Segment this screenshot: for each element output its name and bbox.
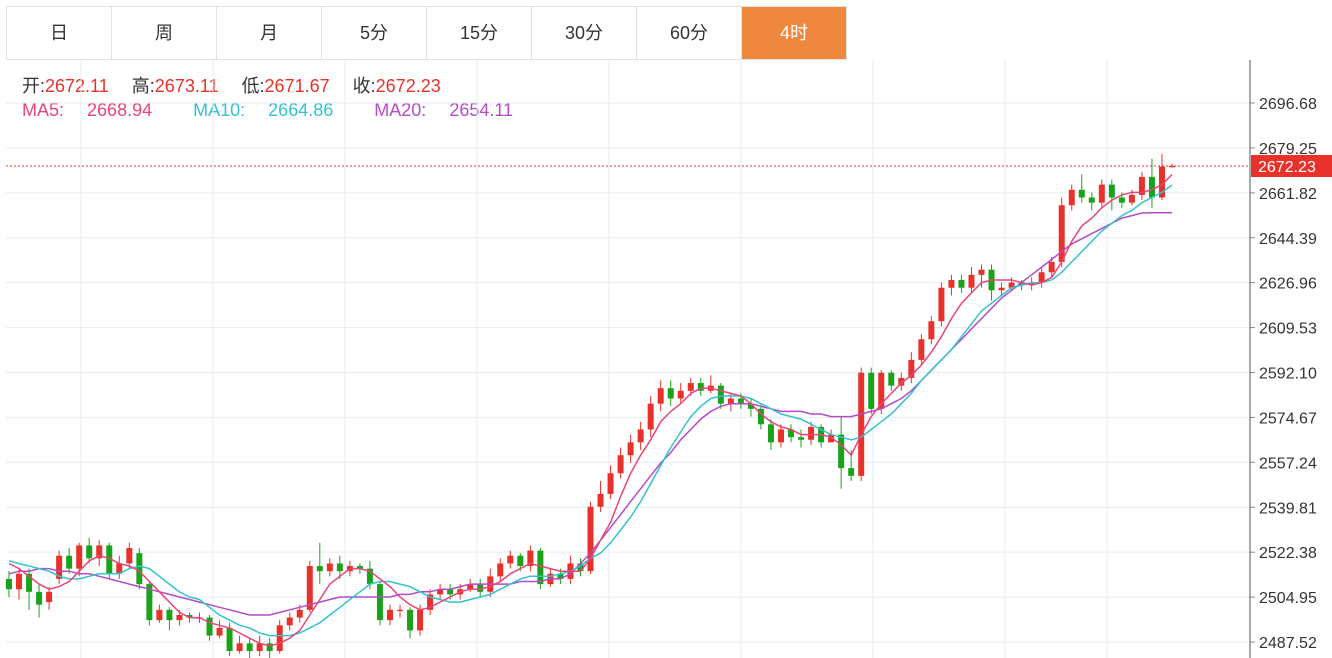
candle-body-32 <box>326 563 333 572</box>
candle-body-95 <box>958 279 965 288</box>
y-tick-label-2: 2661.82 <box>1259 186 1317 203</box>
candle-body-91 <box>918 339 925 360</box>
y-tick-label-11: 2504.95 <box>1259 590 1317 607</box>
ma5-line <box>8 173 1173 647</box>
candle-body-37 <box>376 584 383 621</box>
candle-body-33 <box>336 563 343 572</box>
candle-body-76 <box>767 424 774 443</box>
candle-body-24 <box>246 643 253 652</box>
candle-body-110 <box>1108 184 1115 198</box>
candle-body-30 <box>306 566 313 610</box>
candle-body-44 <box>447 589 454 595</box>
y-tick-label-9: 2539.81 <box>1259 500 1317 517</box>
y-tick-label-12: 2487.52 <box>1259 635 1317 652</box>
candle-body-13 <box>136 553 143 585</box>
candle-body-62 <box>627 442 634 456</box>
y-tick-label-6: 2592.10 <box>1259 366 1317 383</box>
candle-body-77 <box>777 429 784 443</box>
candle-body-86 <box>868 372 875 409</box>
candle-body-39 <box>397 609 404 612</box>
candle-body-15 <box>156 609 163 621</box>
y-tick-label-10: 2522.38 <box>1259 545 1317 562</box>
candle-body-41 <box>417 609 424 631</box>
candle-body-26 <box>266 643 273 652</box>
candle-body-28 <box>286 617 293 626</box>
candle-body-16 <box>166 609 173 621</box>
y-tick-label-7: 2574.67 <box>1259 410 1317 427</box>
candle-body-66 <box>667 388 674 399</box>
candle-body-1 <box>16 573 23 590</box>
candle-body-93 <box>938 287 945 322</box>
candle-body-3 <box>36 591 43 605</box>
candle-body-51 <box>517 555 524 567</box>
candle-body-50 <box>507 555 514 564</box>
candle-body-53 <box>537 550 544 585</box>
candle-body-38 <box>386 609 393 621</box>
candle-body-109 <box>1098 184 1105 203</box>
candle-body-68 <box>687 383 694 391</box>
candle-body-64 <box>647 403 654 430</box>
candle-body-97 <box>978 269 985 275</box>
candle-body-84 <box>848 468 855 476</box>
candlestick-chart[interactable]: 2696.682679.252661.822644.392626.962609.… <box>0 0 1332 658</box>
candle-body-106 <box>1068 189 1075 206</box>
candle-body-0 <box>6 578 12 590</box>
candle-body-111 <box>1118 197 1125 203</box>
candle-body-67 <box>677 390 684 399</box>
candle-body-4 <box>46 591 53 603</box>
candle-body-23 <box>236 643 243 652</box>
candle-body-22 <box>226 627 233 652</box>
candle-body-65 <box>657 388 664 404</box>
candle-body-92 <box>928 321 935 340</box>
candle-body-107 <box>1078 189 1085 198</box>
candle-body-96 <box>968 274 975 288</box>
candle-body-29 <box>296 609 303 618</box>
y-tick-label-3: 2644.39 <box>1259 231 1317 248</box>
candle-body-99 <box>998 287 1005 291</box>
y-tick-label-8: 2557.24 <box>1259 455 1317 472</box>
candle-body-73 <box>737 398 744 404</box>
candle-body-49 <box>497 563 504 577</box>
candle-body-114 <box>1148 176 1155 198</box>
candle-body-88 <box>888 372 895 386</box>
y-tick-label-5: 2609.53 <box>1259 321 1317 338</box>
candle-body-79 <box>798 437 805 440</box>
candle-body-17 <box>176 614 183 621</box>
y-tick-label-0: 2696.68 <box>1259 96 1317 113</box>
candle-body-71 <box>717 385 724 404</box>
candle-body-60 <box>607 473 614 494</box>
candle-body-63 <box>637 429 644 443</box>
candle-body-112 <box>1128 194 1135 203</box>
candle-body-94 <box>948 279 955 288</box>
candle-body-83 <box>838 434 845 469</box>
candle-body-80 <box>808 426 815 440</box>
candle-body-85 <box>858 372 865 476</box>
candle-body-21 <box>216 627 223 636</box>
y-tick-label-4: 2626.96 <box>1259 276 1317 293</box>
candle-body-59 <box>597 493 604 507</box>
candle-body-8 <box>86 545 93 559</box>
candle-body-12 <box>126 547 133 564</box>
last-price-label: 2672.23 <box>1258 159 1316 176</box>
candle-body-61 <box>617 455 624 474</box>
candle-body-31 <box>316 566 323 572</box>
candle-body-108 <box>1088 197 1095 203</box>
candle-body-40 <box>407 609 414 631</box>
candle-body-104 <box>1048 261 1055 273</box>
candle-body-72 <box>727 398 734 404</box>
candle-body-20 <box>206 617 213 636</box>
candle-body-6 <box>66 555 73 569</box>
candle-body-27 <box>276 625 283 652</box>
candle-body-7 <box>76 545 83 569</box>
